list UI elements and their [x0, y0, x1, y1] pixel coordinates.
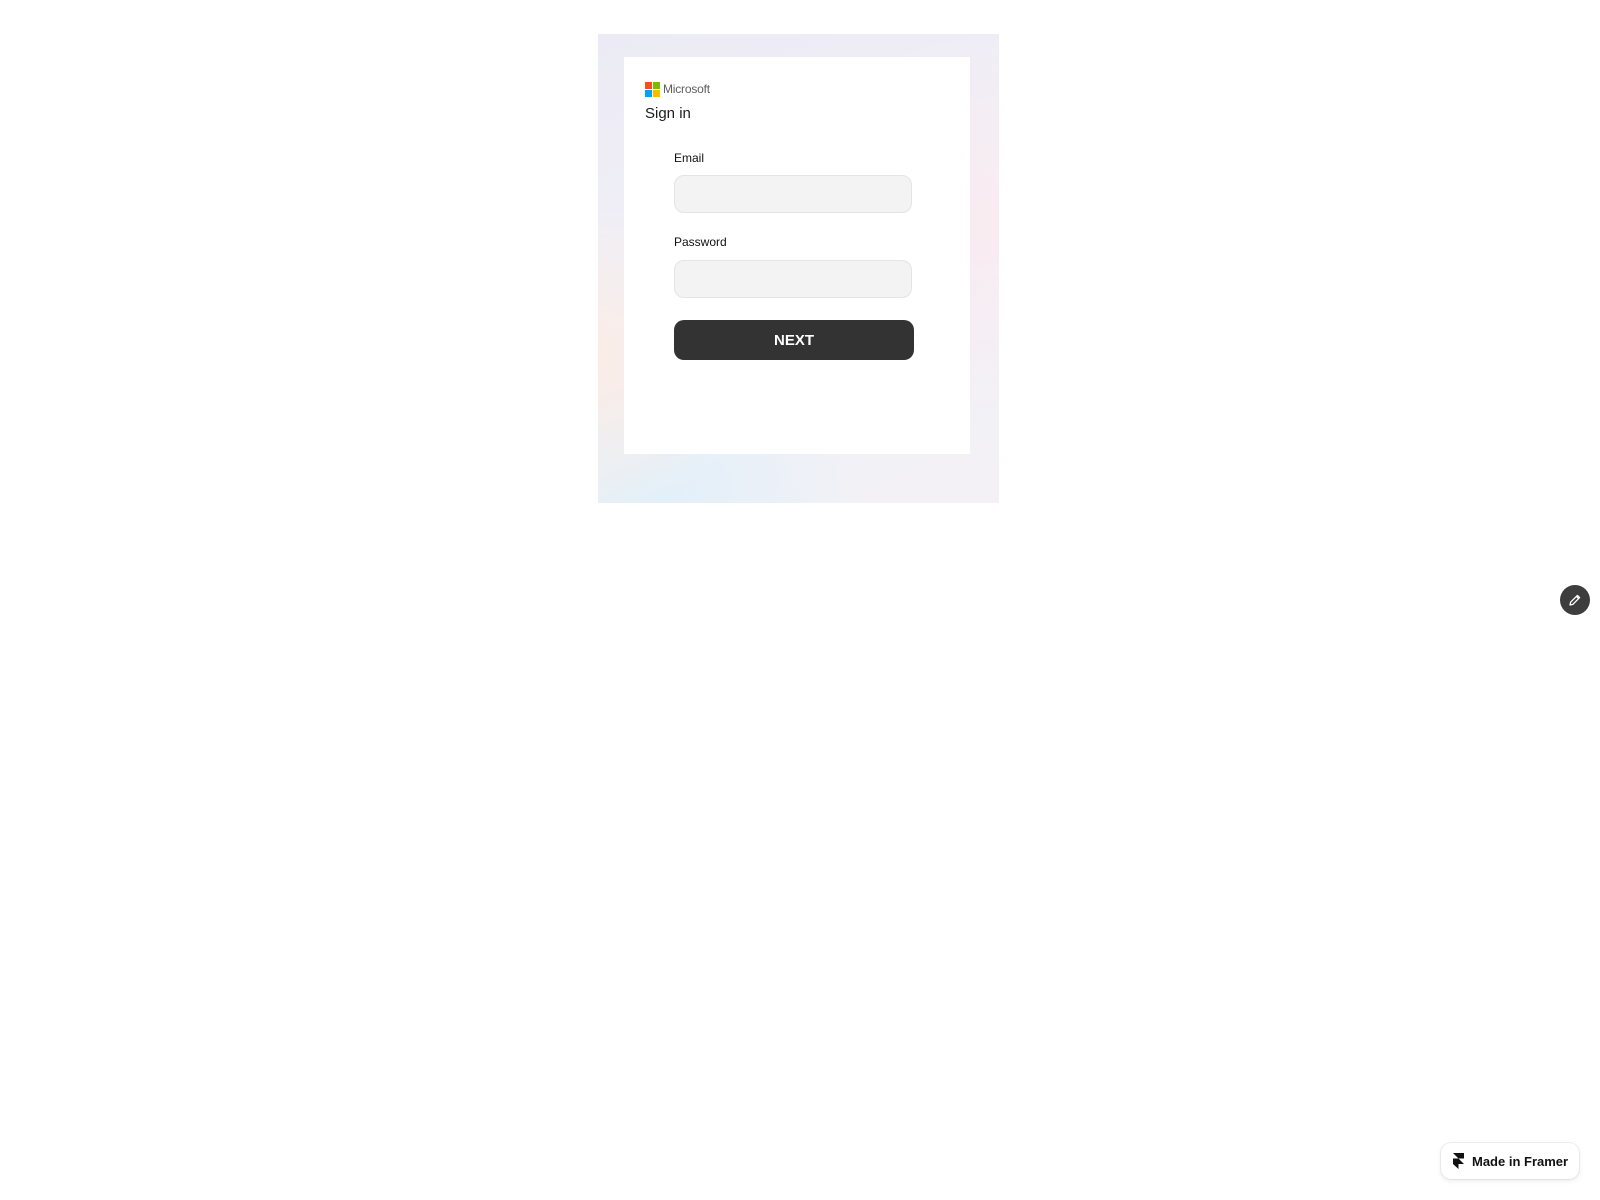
framer-badge-label: Made in Framer — [1472, 1153, 1569, 1169]
microsoft-logo-icon — [645, 81, 660, 97]
pencil-icon — [1569, 594, 1581, 606]
made-in-framer-badge[interactable]: Made in Framer — [1441, 1143, 1579, 1179]
email-label: Email — [674, 151, 705, 165]
password-field[interactable] — [674, 260, 912, 298]
signin-background-frame: Microsoft Sign in Email Password NEXT — [598, 34, 999, 503]
microsoft-brand: Microsoft — [645, 81, 710, 97]
edit-button[interactable] — [1560, 585, 1590, 615]
framer-logo-icon — [1453, 1153, 1464, 1169]
signin-card: Microsoft Sign in Email Password NEXT — [624, 57, 970, 454]
next-button[interactable]: NEXT — [674, 320, 914, 360]
password-label: Password — [674, 235, 727, 249]
page-title: Sign in — [645, 105, 691, 122]
brand-name: Microsoft — [663, 82, 710, 96]
email-field[interactable] — [674, 175, 912, 213]
